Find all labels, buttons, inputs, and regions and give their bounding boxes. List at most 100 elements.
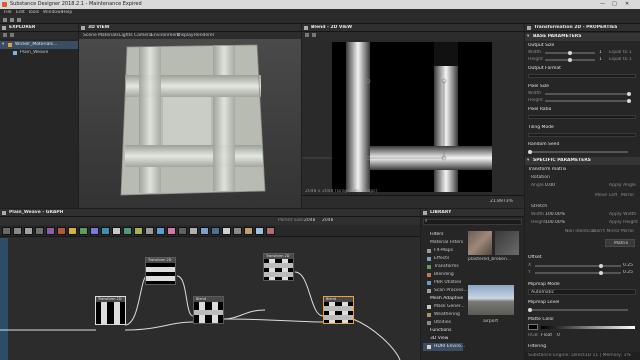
library-cat-utilities[interactable]: Utilities [423, 319, 463, 327]
atom-pixel-icon[interactable] [156, 227, 165, 235]
library-cat-weathering[interactable]: Weathering [423, 311, 463, 319]
atom-blur-icon[interactable] [13, 227, 22, 235]
new-package-icon[interactable] [3, 33, 7, 37]
apply-width-button[interactable]: Apply Width [609, 212, 636, 218]
minimize-button[interactable]: — [600, 1, 605, 8]
slider-knob[interactable] [599, 264, 603, 268]
library-cat-blending[interactable]: Blending [423, 271, 463, 279]
atom-dist-icon[interactable] [233, 227, 242, 235]
atom-color-icon[interactable] [46, 227, 55, 235]
slider-knob[interactable] [599, 271, 603, 275]
library-cat-fxmaps[interactable]: FX-Maps [423, 247, 463, 255]
slider-knob[interactable] [568, 51, 572, 55]
matte-type[interactable]: RGB [528, 333, 538, 339]
slider-knob[interactable] [627, 92, 631, 96]
node-transform-2d[interactable]: Transform 2D [263, 253, 294, 281]
open-icon[interactable] [10, 18, 14, 22]
matte-value-mode[interactable]: Float [541, 333, 552, 339]
matte-color-swatch[interactable] [528, 324, 538, 330]
mipmap-level-slider[interactable] [528, 308, 628, 312]
2d-zoom-value[interactable]: 21.8973% [490, 199, 513, 205]
channels-icon[interactable] [312, 33, 316, 37]
output-height-equal[interactable]: Equal to 1 [609, 57, 632, 63]
atom-gradient-icon[interactable] [68, 227, 77, 235]
specific-parameters-section[interactable]: ▾ SPECIFIC PARAMETERS [525, 157, 640, 165]
slider-knob[interactable] [568, 58, 572, 62]
atom-blend-icon[interactable] [2, 227, 11, 235]
library-cat-hdri[interactable]: HDRI Enviro... [423, 343, 465, 351]
output-format-dropdown[interactable] [528, 74, 636, 78]
library-cat-effects[interactable]: Effects [423, 255, 463, 263]
library-cat-mesh-adaptive[interactable]: Mesh Adaptive [423, 295, 463, 303]
output-height-slider[interactable] [545, 58, 595, 62]
stretch-non-identical-button[interactable]: Non Identical [565, 229, 595, 235]
tiling-mode-dropdown[interactable] [528, 133, 636, 137]
collapse-arrow-icon[interactable]: ▾ [2, 42, 4, 48]
3d-material-preview[interactable] [79, 39, 301, 208]
atom-output-icon[interactable] [200, 227, 209, 235]
output-width-value[interactable]: 1 [599, 50, 602, 56]
library-thumb-plastered[interactable] [468, 231, 492, 255]
explorer-item-graph[interactable]: Plain_Weave [0, 49, 78, 57]
library-cat-mask-generators[interactable]: Mask Gener... [423, 303, 465, 311]
atom-emboss-icon[interactable] [244, 227, 253, 235]
save-icon[interactable] [17, 18, 21, 22]
apply-angle-button[interactable]: Apply Angle [609, 183, 636, 189]
atom-text-icon[interactable] [178, 227, 187, 235]
maximize-button[interactable]: □ [612, 1, 617, 8]
stretch-width-value[interactable]: 100.00% [545, 212, 565, 218]
atom-input-icon[interactable] [211, 227, 220, 235]
apply-height-button[interactable]: Apply Height [609, 220, 638, 226]
atom-hsl-icon[interactable] [57, 227, 66, 235]
library-cat-transforms[interactable]: Transforms [423, 263, 463, 271]
matte-value[interactable]: 0 [557, 333, 560, 339]
2d-texture-preview[interactable] [302, 39, 524, 195]
atom-fxmap-icon[interactable] [145, 227, 154, 235]
offset-y-value[interactable]: 0.25 [623, 270, 633, 276]
atom-noise-icon[interactable] [134, 227, 143, 235]
library-thumb-airport[interactable] [468, 285, 514, 315]
library-thumb-2[interactable] [495, 231, 519, 255]
matte-gradient[interactable] [541, 326, 635, 329]
matrix-button[interactable]: Matrix [605, 239, 635, 247]
atom-sharpen-icon[interactable] [255, 227, 264, 235]
folder-icon[interactable] [10, 33, 14, 37]
atom-normal-icon[interactable] [90, 227, 99, 235]
output-height-value[interactable]: 1 [599, 57, 602, 63]
output-width-slider[interactable] [545, 51, 595, 55]
rotate-move-button[interactable]: Move [595, 193, 607, 199]
node-blend[interactable]: Blend [193, 296, 224, 324]
pixel-ratio-dropdown[interactable] [528, 115, 636, 119]
stretch-dont-mirror-button[interactable]: Don't Mirror [593, 229, 620, 235]
atom-curve-icon[interactable] [35, 227, 44, 235]
pixel-width-slider[interactable] [545, 92, 631, 96]
library-cat-filters[interactable]: Filters [423, 231, 463, 239]
node-transform-2d[interactable]: Transform 2D [95, 296, 126, 325]
atom-levels-icon[interactable] [24, 227, 33, 235]
random-seed-slider[interactable] [528, 150, 628, 154]
library-cat-scan-process[interactable]: Scan Process... [423, 287, 468, 295]
atom-bitmap-icon[interactable] [189, 227, 198, 235]
offset-y-slider[interactable] [535, 271, 621, 275]
pixel-height-slider[interactable] [545, 99, 631, 103]
library-cat-3d-view[interactable]: 3D View [423, 335, 463, 343]
rotate-mirror-button[interactable]: Mirror [621, 193, 634, 199]
angle-value[interactable]: 0.00 [545, 183, 555, 189]
node-blend[interactable]: Blend [323, 296, 354, 324]
atom-svg-icon[interactable] [167, 227, 176, 235]
atom-warp-icon[interactable] [101, 227, 110, 235]
offset-x-value[interactable]: 0.25 [623, 263, 633, 269]
parent-size-value[interactable]: 2048 [304, 218, 315, 224]
atom-dir-icon[interactable] [222, 227, 231, 235]
close-button[interactable]: ✕ [625, 1, 629, 8]
fit-icon[interactable] [305, 33, 309, 37]
rotate-left-button[interactable]: Left [609, 193, 617, 199]
library-search-input[interactable]: ⌕ [423, 219, 522, 225]
mipmap-mode-dropdown[interactable]: Automatic [528, 289, 636, 295]
slider-knob[interactable] [528, 308, 532, 312]
explorer-item-package[interactable]: ▾ Wicker_Materials... [0, 41, 78, 49]
atom-shape-icon[interactable] [123, 227, 132, 235]
base-parameters-section[interactable]: ▾ BASE PARAMETERS [525, 33, 640, 41]
stretch-mirror-button[interactable]: Mirror [621, 229, 634, 235]
atom-channels-icon[interactable] [266, 227, 275, 235]
